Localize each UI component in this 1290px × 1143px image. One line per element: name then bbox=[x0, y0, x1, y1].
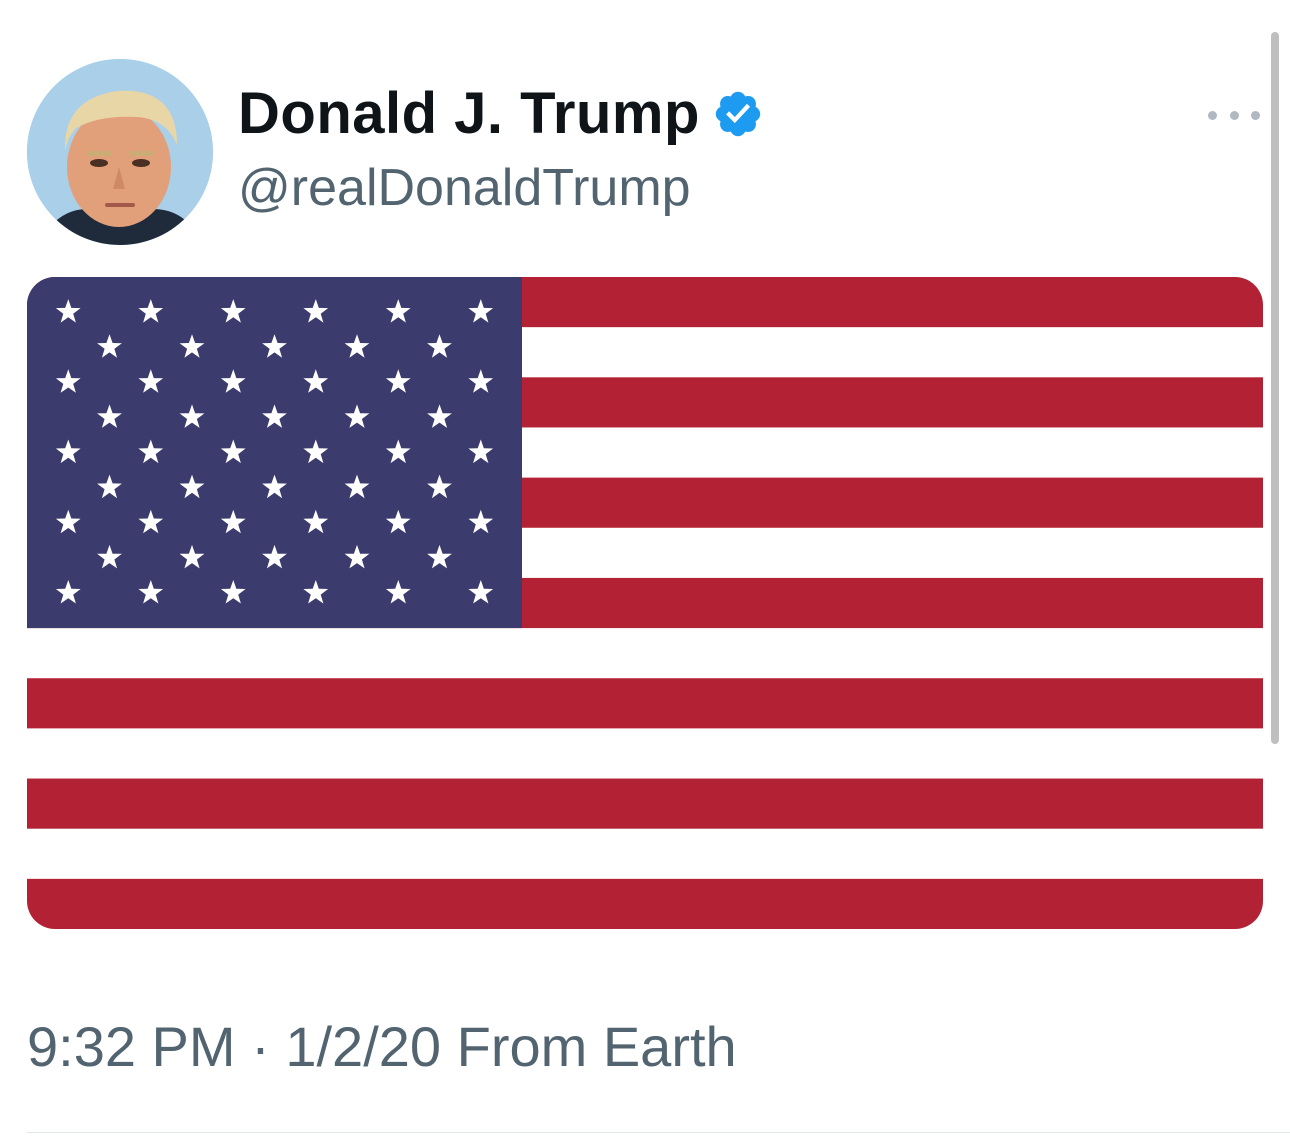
profile-photo bbox=[27, 59, 213, 245]
flag-stripe bbox=[27, 778, 1263, 830]
divider bbox=[27, 1132, 1290, 1133]
flag-stripe bbox=[27, 678, 1263, 729]
verified-badge-icon bbox=[715, 91, 761, 137]
user-handle[interactable]: @realDonaldTrump bbox=[238, 162, 691, 214]
tweet-media-image[interactable] bbox=[27, 277, 1263, 929]
tweet-timestamp: 9:32 PM · 1/2/20 From Earth bbox=[27, 1016, 737, 1078]
tweet-source: From Earth bbox=[456, 1015, 737, 1078]
scrollbar[interactable] bbox=[1271, 32, 1279, 744]
american-flag-image bbox=[27, 277, 1263, 929]
display-name[interactable]: Donald J. Trump bbox=[238, 85, 700, 143]
tweet-date[interactable]: 1/2/20 bbox=[285, 1015, 441, 1078]
tweet-detail: Donald J. Trump @realDonaldTrump 9:32 PM… bbox=[0, 0, 1290, 1143]
flag-canton bbox=[27, 277, 522, 629]
tweet-time[interactable]: 9:32 PM bbox=[27, 1015, 236, 1078]
avatar[interactable] bbox=[27, 59, 213, 245]
dot bbox=[1208, 110, 1217, 120]
flag-stripe bbox=[27, 878, 1263, 929]
ellipsis-icon[interactable] bbox=[1208, 100, 1260, 130]
author-name-row[interactable]: Donald J. Trump bbox=[238, 78, 764, 150]
dot bbox=[1251, 110, 1260, 120]
flag-stripe bbox=[27, 728, 1263, 780]
flag-stripe bbox=[27, 628, 1263, 679]
dot bbox=[1229, 110, 1239, 120]
meta-separator: · bbox=[251, 1015, 270, 1078]
flag-stripe bbox=[27, 828, 1263, 880]
